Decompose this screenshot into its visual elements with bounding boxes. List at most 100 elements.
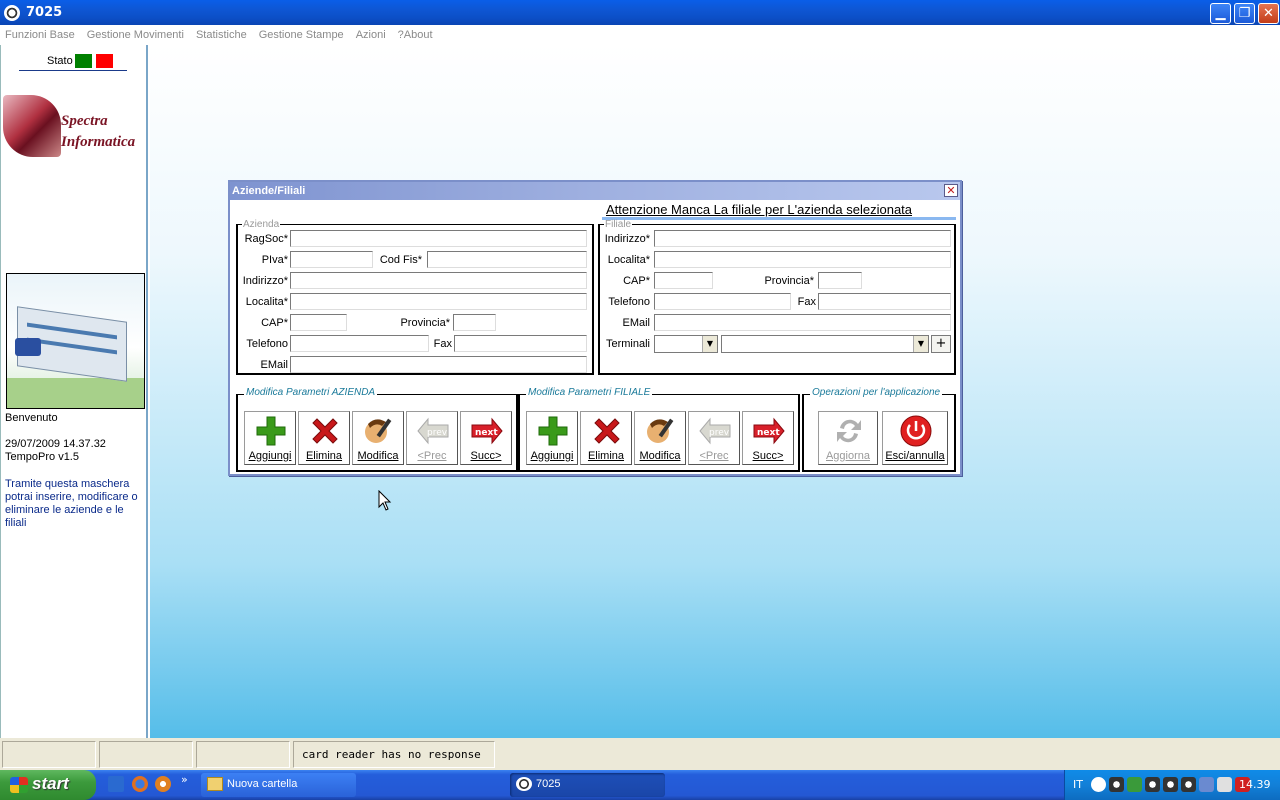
azienda-email-input[interactable]	[290, 356, 587, 373]
filiale-aggiungi-button[interactable]: Aggiungi	[526, 411, 578, 465]
stato-label: Stato	[47, 55, 73, 67]
filiale-fax-label: Fax	[797, 296, 816, 308]
filiale-modifica-button[interactable]: Modifica	[634, 411, 686, 465]
azienda-indirizzo-input[interactable]	[290, 272, 587, 289]
menu-about[interactable]: ?About	[398, 29, 433, 41]
info-description: Tramite questa maschera potrai inserire,…	[5, 478, 138, 529]
azienda-prec-button[interactable]: prev <Prec	[406, 411, 458, 465]
filiale-telefono-input[interactable]	[654, 293, 791, 310]
menu-funzioni-base[interactable]: Funzioni Base	[5, 29, 75, 41]
status-message: card reader has no response	[293, 741, 495, 768]
tray-display-icon[interactable]	[1199, 777, 1214, 792]
esci-annulla-button[interactable]: Esci/annulla	[882, 411, 948, 465]
azienda-telefono-input[interactable]	[290, 335, 429, 352]
azienda-localita-input[interactable]	[290, 293, 587, 310]
filiale-telefono-label: Telefono	[608, 296, 650, 308]
tray-device-icon[interactable]	[1217, 777, 1232, 792]
menu-gestione-movimenti[interactable]: Gestione Movimenti	[87, 29, 184, 41]
azienda-aggiungi-button[interactable]: Aggiungi	[244, 411, 296, 465]
tray-app-icon[interactable]	[1145, 777, 1160, 792]
azienda-succ-button[interactable]: next Succ>	[460, 411, 512, 465]
azienda-telefono-label: Telefono	[246, 338, 288, 350]
filiale-elimina-button[interactable]: Elimina	[580, 411, 632, 465]
tray-app-icon[interactable]	[1163, 777, 1178, 792]
filiale-succ-label: Succ>	[752, 450, 784, 462]
chevron-down-icon: ▼	[913, 336, 928, 352]
media-player-quicklaunch-icon[interactable]	[155, 776, 171, 792]
modifica-filiale-group: Modifica Parametri FILIALE Aggiungi Elim…	[518, 387, 800, 472]
azienda-succ-label: Succ>	[470, 450, 502, 462]
operazioni-app-legend: Operazioni per l'applicazione	[810, 387, 943, 398]
filiale-email-input[interactable]	[654, 314, 951, 331]
refresh-icon	[837, 419, 861, 443]
terminali-detail-select[interactable]: ▼	[721, 335, 929, 353]
menu-azioni[interactable]: Azioni	[356, 29, 386, 41]
aggiorna-button[interactable]: Aggiorna	[818, 411, 878, 465]
language-indicator[interactable]: IT	[1073, 778, 1083, 791]
start-button[interactable]: start	[0, 770, 96, 800]
chevron-down-icon: ▼	[702, 336, 717, 352]
status-indicator: Stato	[19, 53, 127, 71]
modifica-azienda-legend: Modifica Parametri AZIENDA	[244, 387, 378, 398]
azienda-fax-input[interactable]	[454, 335, 587, 352]
filiale-prec-label: <Prec	[699, 450, 729, 462]
svg-text:next: next	[475, 428, 498, 438]
piva-input[interactable]	[290, 251, 373, 268]
minimize-button[interactable]: ▁	[1210, 3, 1231, 24]
filiale-prec-button[interactable]: prev <Prec	[688, 411, 740, 465]
azienda-provincia-input[interactable]	[453, 314, 496, 331]
tray-app-icon[interactable]	[1181, 777, 1196, 792]
menu-gestione-stampe[interactable]: Gestione Stampe	[259, 29, 344, 41]
tray-app-icon[interactable]	[1109, 777, 1124, 792]
next-arrow-icon: next	[471, 417, 503, 445]
filiale-modifica-label: Modifica	[639, 450, 681, 462]
filiale-fax-input[interactable]	[818, 293, 951, 310]
azienda-indirizzo-label: Indirizzo*	[242, 275, 288, 287]
tray-network-icon[interactable]	[1127, 777, 1142, 792]
dialog-close-button[interactable]: ✕	[944, 184, 958, 197]
operazioni-app-group: Operazioni per l'applicazione Aggiorna E…	[802, 387, 956, 472]
dialog-title: Aziende/Filiali	[232, 185, 306, 197]
modifica-azienda-group: Modifica Parametri AZIENDA Aggiungi Elim…	[236, 387, 518, 472]
restore-button[interactable]: ❐	[1234, 3, 1255, 24]
terminali-select[interactable]: ▼	[654, 335, 718, 353]
explorer-quicklaunch-icon[interactable]	[108, 776, 124, 792]
taskbar-item-7025[interactable]: 7025	[510, 773, 665, 797]
codfis-input[interactable]	[427, 251, 587, 268]
svg-text:prev: prev	[427, 428, 448, 438]
filiale-email-label: EMail	[622, 317, 650, 329]
taskbar-item-nuova-cartella-label: Nuova cartella	[227, 778, 298, 790]
prev-arrow-icon: prev	[417, 417, 449, 445]
filiale-cap-input[interactable]	[654, 272, 713, 289]
spectra-logo: Spectra Informatica	[3, 95, 143, 157]
next-arrow-icon: next	[753, 417, 785, 445]
esci-annulla-label: Esci/annulla	[885, 450, 945, 462]
azienda-email-label: EMail	[260, 359, 288, 371]
windows-flag-icon	[10, 777, 28, 793]
azienda-cap-input[interactable]	[290, 314, 347, 331]
taskbar-item-7025-label: 7025	[536, 778, 561, 790]
azienda-fax-label: Fax	[433, 338, 452, 350]
taskbar-item-nuova-cartella[interactable]: Nuova cartella	[201, 773, 356, 797]
add-terminale-button[interactable]: +	[931, 335, 951, 353]
filiale-succ-button[interactable]: next Succ>	[742, 411, 794, 465]
piva-label: PIva*	[261, 254, 288, 266]
start-label: start	[32, 774, 69, 793]
version-text: TempoPro v1.5	[5, 451, 79, 463]
azienda-localita-label: Localita*	[245, 296, 288, 308]
ragsoc-input[interactable]	[290, 230, 587, 247]
azienda-elimina-button[interactable]: Elimina	[298, 411, 350, 465]
menu-statistiche[interactable]: Statistiche	[196, 29, 247, 41]
firefox-quicklaunch-icon[interactable]	[132, 776, 148, 792]
azienda-modifica-button[interactable]: Modifica	[352, 411, 404, 465]
tray-collapse-icon[interactable]	[1091, 777, 1106, 792]
taskbar: start » Nuova cartella 7025 IT 14.39	[0, 770, 1280, 800]
close-button[interactable]: ✕	[1258, 3, 1279, 24]
building-image	[6, 273, 145, 409]
filiale-localita-input[interactable]	[654, 251, 951, 268]
filiale-provincia-input[interactable]	[818, 272, 862, 289]
quicklaunch-expand-icon[interactable]: »	[181, 773, 188, 786]
status-panel-3	[196, 741, 290, 768]
clock[interactable]: 14.39	[1239, 778, 1271, 791]
filiale-indirizzo-input[interactable]	[654, 230, 951, 247]
